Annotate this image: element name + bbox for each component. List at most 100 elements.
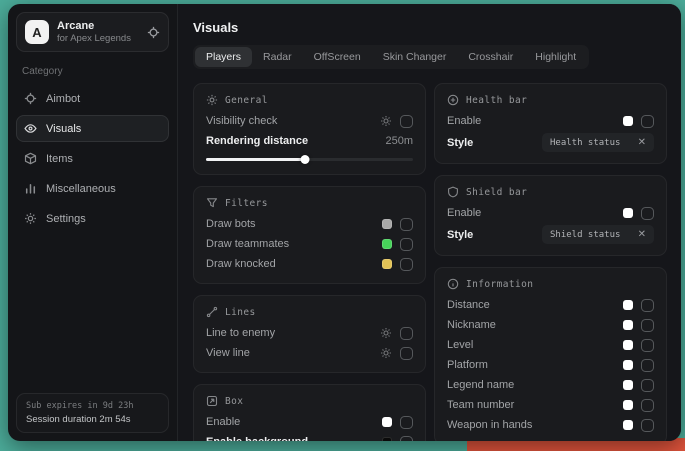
- avatar: A: [25, 20, 49, 44]
- style-select[interactable]: Shield status: [542, 225, 654, 244]
- eye-scan-icon: [24, 122, 37, 135]
- color-swatch[interactable]: [623, 400, 633, 410]
- checkbox[interactable]: [641, 419, 654, 432]
- section-general: General Visibility check Rendering dista…: [193, 83, 426, 175]
- slider-knob[interactable]: [301, 155, 310, 164]
- tab-crosshair[interactable]: Crosshair: [457, 47, 524, 67]
- rendering-distance-slider[interactable]: [206, 153, 413, 165]
- setting-row-line-to-enemy: Line to enemy: [206, 323, 413, 343]
- gear-icon[interactable]: [380, 327, 392, 339]
- setting-row-rendering-distance: Rendering distance 250m: [206, 131, 413, 151]
- setting-label: Nickname: [447, 319, 496, 331]
- sun-icon: [206, 94, 218, 106]
- checkbox[interactable]: [400, 115, 413, 128]
- setting-row-draw-knocked: Draw knocked: [206, 254, 413, 274]
- color-swatch[interactable]: [623, 208, 633, 218]
- session-duration-text: Session duration 2m 54s: [26, 413, 159, 426]
- checkbox[interactable]: [400, 327, 413, 340]
- tab-players[interactable]: Players: [195, 47, 252, 67]
- color-swatch[interactable]: [623, 340, 633, 350]
- left-column: General Visibility check Rendering dista…: [193, 83, 426, 441]
- setting-label: Enable: [206, 416, 240, 428]
- checkbox[interactable]: [641, 299, 654, 312]
- brand-text: Arcane for Apex Legends: [57, 20, 139, 45]
- tab-highlight[interactable]: Highlight: [524, 47, 587, 67]
- setting-label: View line: [206, 347, 250, 359]
- checkbox[interactable]: [641, 319, 654, 332]
- color-swatch[interactable]: [623, 360, 633, 370]
- sidebar-item-visuals[interactable]: Visuals: [16, 115, 169, 142]
- tab-offscreen[interactable]: OffScreen: [303, 47, 372, 67]
- section-title: Box: [225, 396, 243, 407]
- checkbox[interactable]: [400, 436, 413, 442]
- remove-tag-icon[interactable]: [638, 138, 646, 148]
- setting-row-draw-teammates: Draw teammates: [206, 234, 413, 254]
- diagonal-line-icon: [206, 306, 218, 318]
- brand-title: Arcane: [57, 20, 139, 33]
- setting-label: Visibility check: [206, 115, 277, 127]
- section-box: Box Enable Enable background: [193, 384, 426, 441]
- setting-row-shieldbar-enable: Enable: [447, 203, 654, 223]
- checkbox[interactable]: [641, 379, 654, 392]
- setting-label: Enable: [447, 115, 481, 127]
- section-title: Shield bar: [466, 187, 527, 198]
- sidebar-item-label: Aimbot: [46, 93, 80, 105]
- setting-label: Team number: [447, 399, 514, 411]
- funnel-icon: [206, 197, 218, 209]
- checkbox[interactable]: [400, 238, 413, 251]
- tab-radar[interactable]: Radar: [252, 47, 303, 67]
- color-swatch[interactable]: [382, 239, 392, 249]
- setting-row-platform: Platform: [447, 355, 654, 375]
- gear-icon[interactable]: [380, 115, 392, 127]
- color-swatch[interactable]: [382, 259, 392, 269]
- checkbox[interactable]: [641, 207, 654, 220]
- section-information: Information Distance Nickname: [434, 267, 667, 441]
- setting-label: Draw knocked: [206, 258, 276, 270]
- arcane-menu-window: A Arcane for Apex Legends Category Aimbo…: [8, 4, 681, 441]
- setting-row-view-line: View line: [206, 343, 413, 363]
- health-circle-icon: [447, 94, 459, 106]
- style-select[interactable]: Health status: [542, 133, 654, 152]
- checkbox[interactable]: [641, 359, 654, 372]
- color-swatch[interactable]: [382, 219, 392, 229]
- style-tag-text: Shield status: [550, 230, 620, 240]
- checkbox[interactable]: [400, 416, 413, 429]
- style-tag-text: Health status: [550, 138, 620, 148]
- section-title: Lines: [225, 307, 256, 318]
- color-swatch[interactable]: [623, 420, 633, 430]
- checkbox[interactable]: [641, 399, 654, 412]
- setting-label: Weapon in hands: [447, 419, 532, 431]
- setting-row-visibility-check: Visibility check: [206, 111, 413, 131]
- sidebar-item-label: Items: [46, 153, 73, 165]
- visuals-tab-bar: Players Radar OffScreen Skin Changer Cro…: [193, 45, 589, 69]
- checkbox[interactable]: [641, 115, 654, 128]
- color-swatch[interactable]: [623, 320, 633, 330]
- sub-expires-text: Sub expires in 9d 23h: [26, 400, 159, 413]
- shield-icon: [447, 186, 459, 198]
- sidebar-item-settings[interactable]: Settings: [16, 205, 169, 232]
- setting-row-healthbar-enable: Enable: [447, 111, 654, 131]
- checkbox[interactable]: [400, 347, 413, 360]
- color-swatch[interactable]: [623, 300, 633, 310]
- sidebar-item-miscellaneous[interactable]: Miscellaneous: [16, 175, 169, 202]
- tab-skin-changer[interactable]: Skin Changer: [372, 47, 458, 67]
- gear-icon[interactable]: [380, 347, 392, 359]
- color-swatch[interactable]: [623, 380, 633, 390]
- checkbox[interactable]: [400, 218, 413, 231]
- sidebar-item-aimbot[interactable]: Aimbot: [16, 85, 169, 112]
- setting-label: Style: [447, 137, 473, 149]
- color-swatch[interactable]: [382, 437, 392, 441]
- color-swatch[interactable]: [623, 116, 633, 126]
- color-swatch[interactable]: [382, 417, 392, 427]
- brand-card: A Arcane for Apex Legends: [16, 12, 169, 52]
- checkbox[interactable]: [400, 258, 413, 271]
- sidebar-item-items[interactable]: Items: [16, 145, 169, 172]
- setting-row-healthbar-style: Style Health status: [447, 131, 654, 154]
- remove-tag-icon[interactable]: [638, 230, 646, 240]
- checkbox[interactable]: [641, 339, 654, 352]
- setting-label: Platform: [447, 359, 488, 371]
- setting-label: Line to enemy: [206, 327, 275, 339]
- page-title: Visuals: [193, 20, 667, 35]
- section-shield-bar: Shield bar Enable Style Shield status: [434, 175, 667, 256]
- crosshair-badge-icon[interactable]: [147, 26, 160, 39]
